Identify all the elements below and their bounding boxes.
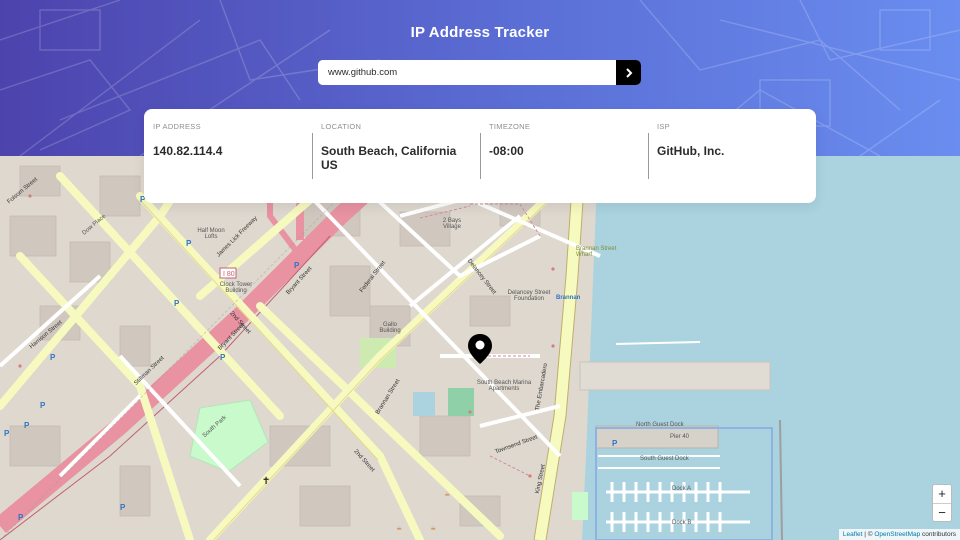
map-label: Dock B	[672, 520, 692, 526]
search-submit-button[interactable]	[616, 60, 641, 85]
zoom-in-button[interactable]: +	[933, 485, 951, 503]
ip-address-section: IP ADDRESS 140.82.114.4	[144, 109, 312, 203]
svg-text:P: P	[612, 439, 618, 448]
leaflet-link[interactable]: Leaflet	[843, 531, 863, 538]
map-view[interactable]: PPP PPP PPP PPP I 80 ✝ ☕ ☕ ☕ Brannan Stree…	[0, 156, 960, 540]
location-marker-icon[interactable]	[467, 333, 493, 365]
search-bar	[318, 60, 641, 85]
map-label: South Guest Dock	[640, 456, 689, 462]
map-attribution: Leaflet | © OpenStreetMap contributors	[838, 529, 960, 540]
svg-text:P: P	[294, 261, 300, 270]
svg-text:P: P	[174, 299, 180, 308]
svg-text:P: P	[4, 429, 10, 438]
isp-value: GitHub, Inc.	[657, 144, 725, 158]
timezone-value: -08:00	[489, 144, 524, 158]
zoom-control: + −	[932, 484, 952, 522]
map-label: North Guest Dock	[636, 422, 684, 428]
map-label: Dock A	[672, 486, 692, 492]
map-label: 2 Bays Village	[442, 218, 462, 230]
timezone-section: TIMEZONE -08:00	[480, 109, 648, 203]
location-section: LOCATION South Beach, California US	[312, 109, 480, 203]
map-label: South Beach Marina Apartments	[476, 380, 532, 392]
svg-text:P: P	[24, 421, 30, 430]
map-label: Clock Tower Building	[219, 282, 253, 294]
attribution-suffix: contributors	[920, 531, 956, 538]
svg-text:P: P	[120, 503, 126, 512]
svg-text:I 80: I 80	[223, 271, 235, 278]
page-title: IP Address Tracker	[410, 24, 550, 41]
svg-text:P: P	[18, 513, 24, 522]
svg-text:☕: ☕	[396, 524, 402, 532]
search-input[interactable]	[318, 60, 616, 85]
map-label: Gallo Building	[379, 322, 401, 334]
svg-text:☕: ☕	[444, 490, 450, 498]
location-value: South Beach, California US	[321, 144, 457, 172]
svg-text:☕: ☕	[430, 524, 436, 532]
svg-text:✝: ✝	[262, 476, 270, 487]
ip-address-value: 140.82.114.4	[153, 144, 223, 158]
ip-address-label: IP ADDRESS	[153, 122, 201, 131]
isp-label: ISP	[657, 122, 670, 131]
svg-text:P: P	[40, 401, 46, 410]
svg-text:P: P	[50, 353, 56, 362]
location-label: LOCATION	[321, 122, 362, 131]
map-label: Delancey Street Foundation	[507, 290, 551, 302]
attribution-separator: | ©	[862, 531, 875, 538]
chevron-right-icon	[625, 67, 632, 78]
map-label: Brannan	[556, 295, 581, 301]
map-label: Brannan Street Wharf	[576, 246, 617, 258]
map-label: Pier 40	[670, 434, 690, 440]
map-label: Half Moon Lofts	[197, 228, 225, 240]
svg-text:P: P	[186, 239, 192, 248]
svg-text:P: P	[220, 353, 226, 362]
info-card: IP ADDRESS 140.82.114.4 LOCATION South B…	[144, 109, 816, 203]
zoom-out-button[interactable]: −	[933, 503, 951, 521]
openstreetmap-link[interactable]: OpenStreetMap	[874, 531, 920, 538]
timezone-label: TIMEZONE	[489, 122, 531, 131]
isp-section: ISP GitHub, Inc.	[648, 109, 816, 203]
